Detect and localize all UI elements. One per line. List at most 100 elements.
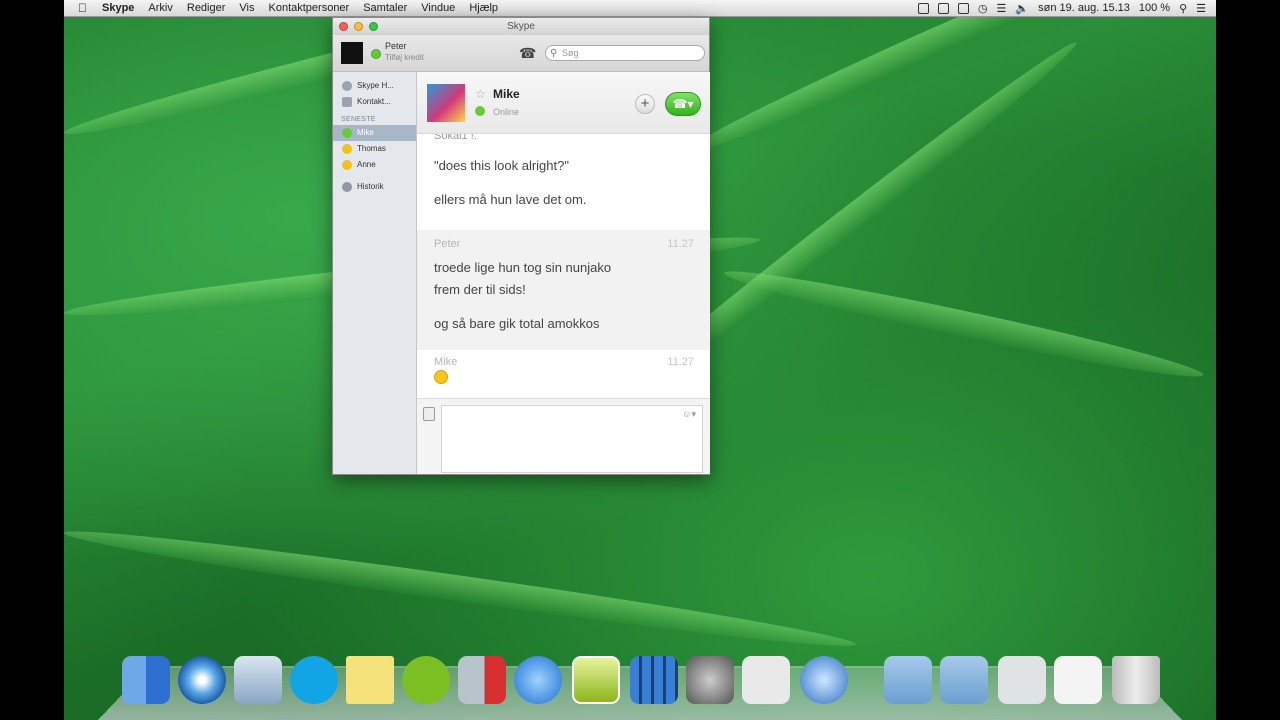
sidebar-item-label: Anne bbox=[357, 160, 376, 169]
add-people-button[interactable]: + bbox=[635, 94, 655, 114]
app-store-icon[interactable] bbox=[514, 656, 562, 704]
message-input[interactable]: ☺▾ bbox=[441, 405, 703, 473]
search-input[interactable]: ⚲ Søg bbox=[545, 45, 705, 61]
time-machine-icon[interactable]: ◷ bbox=[978, 2, 988, 15]
my-status-icon[interactable] bbox=[371, 49, 381, 59]
spotify-icon[interactable] bbox=[402, 656, 450, 704]
stack-icon[interactable] bbox=[1054, 656, 1102, 704]
menu-item-hjaelp[interactable]: Hjælp bbox=[469, 2, 498, 14]
call-button[interactable]: ☎▾ bbox=[665, 92, 701, 116]
sidebar-item-skype-home[interactable]: Skype H... bbox=[333, 78, 416, 94]
sidebar-item-history[interactable]: Historik bbox=[333, 179, 416, 195]
contacts-icon bbox=[342, 97, 352, 107]
phone-icon: ☎▾ bbox=[672, 97, 694, 111]
conversation-pane: ☆ Mike Online + ☎▾ Sokai1 !. "does this … bbox=[417, 72, 710, 474]
sidebar-item-mike[interactable]: Mike bbox=[333, 125, 416, 141]
emoticon-picker-icon[interactable]: ☺▾ bbox=[682, 409, 696, 420]
message-text: troede lige hun tog sin nunjako bbox=[434, 260, 612, 275]
stickies-icon[interactable] bbox=[346, 656, 394, 704]
sidebar-item-label: Thomas bbox=[357, 144, 386, 153]
profile-bar: Peter Tilføj kredit ☎ ⚲ Søg bbox=[333, 35, 709, 72]
wallpaper-grass bbox=[64, 520, 859, 658]
sidebar-item-thomas[interactable]: Thomas bbox=[333, 141, 416, 157]
menu-item-vis[interactable]: Vis bbox=[239, 2, 254, 14]
home-icon bbox=[342, 81, 352, 91]
mission-control-icon[interactable] bbox=[572, 656, 620, 704]
safari-icon[interactable] bbox=[178, 656, 226, 704]
textedit-icon[interactable] bbox=[742, 656, 790, 704]
contact-name[interactable]: Mike bbox=[493, 87, 520, 101]
message-list[interactable]: Sokai1 !. "does this look alright?" elle… bbox=[417, 134, 710, 396]
wallpaper-grass bbox=[721, 260, 1206, 388]
evernote-icon[interactable] bbox=[937, 2, 949, 14]
notification-list-icon[interactable]: ☰ bbox=[1196, 2, 1206, 15]
sidebar-item-contacts[interactable]: Kontakt... bbox=[333, 94, 416, 110]
finder-icon[interactable] bbox=[122, 656, 170, 704]
message-time: 11.27 bbox=[667, 238, 694, 250]
sidebar-item-anne[interactable]: Anne bbox=[333, 157, 416, 173]
window-title: Skype bbox=[507, 21, 535, 32]
message-group: Peter 11.27 troede lige hun tog sin nunj… bbox=[417, 230, 710, 350]
message-text: frem der til sids! bbox=[434, 282, 526, 297]
status-menus: ◷ ☰ 🔈 søn 19. aug. 15.13 100 % ⚲ ☰ bbox=[917, 2, 1216, 15]
menu-item-rediger[interactable]: Rediger bbox=[187, 2, 226, 14]
minimize-button[interactable] bbox=[354, 22, 363, 31]
search-placeholder: Søg bbox=[562, 48, 579, 58]
message-text: og så bare gik total amokkos bbox=[434, 316, 600, 331]
dial-pad-icon[interactable]: ☎ bbox=[519, 45, 536, 62]
spotlight-icon[interactable]: ⚲ bbox=[1179, 2, 1187, 15]
mail-icon[interactable] bbox=[234, 656, 282, 704]
search-icon: ⚲ bbox=[550, 48, 558, 59]
menu-item-samtaler[interactable]: Samtaler bbox=[363, 2, 407, 14]
downloads-stack-icon[interactable] bbox=[998, 656, 1046, 704]
zoom-button[interactable] bbox=[369, 22, 378, 31]
documents-folder-icon[interactable] bbox=[940, 656, 988, 704]
conversation-header: ☆ Mike Online + ☎▾ bbox=[417, 72, 710, 134]
battery-status[interactable]: 100 % bbox=[1139, 2, 1170, 14]
contact-status: Online bbox=[493, 107, 520, 117]
menu-item-kontaktpersoner[interactable]: Kontaktpersoner bbox=[269, 2, 350, 14]
my-avatar[interactable] bbox=[341, 42, 363, 64]
menu-item-vindue[interactable]: Vindue bbox=[421, 2, 455, 14]
wifi-icon[interactable]: ☰ bbox=[997, 2, 1007, 15]
compose-area: ☺▾ bbox=[417, 398, 710, 474]
add-credit-link[interactable]: Tilføj kredit bbox=[385, 53, 424, 62]
message-sender: Peter bbox=[434, 238, 461, 250]
apple-menu-icon[interactable]:  bbox=[78, 1, 92, 15]
skype-window: Skype Peter Tilføj kredit ☎ ⚲ Søg Skype … bbox=[332, 17, 710, 475]
trash-icon[interactable] bbox=[1112, 656, 1160, 704]
message-text: Sokai1 !. bbox=[434, 134, 477, 142]
online-status-icon bbox=[475, 106, 485, 116]
desktop:  Skype Arkiv Rediger Vis Kontaktpersone… bbox=[64, 0, 1216, 720]
shield-icon[interactable] bbox=[957, 2, 969, 14]
menu-item-arkiv[interactable]: Arkiv bbox=[148, 2, 172, 14]
sidebar-item-label: Historik bbox=[357, 182, 384, 191]
menu-app-skype[interactable]: Skype bbox=[102, 2, 134, 14]
my-name[interactable]: Peter bbox=[385, 41, 407, 51]
sidebar: Skype H... Kontakt... SENESTE Mike Thoma… bbox=[333, 72, 417, 474]
menu-bar:  Skype Arkiv Rediger Vis Kontaktpersone… bbox=[64, 0, 1216, 17]
system-preferences-icon[interactable] bbox=[686, 656, 734, 704]
favorite-star-icon[interactable]: ☆ bbox=[475, 87, 486, 101]
window-titlebar[interactable]: Skype bbox=[333, 18, 709, 35]
message-sender: Mike bbox=[434, 356, 458, 368]
away-status-icon bbox=[342, 144, 352, 154]
clock[interactable]: søn 19. aug. 15.13 bbox=[1038, 2, 1130, 14]
dashboard-icon[interactable] bbox=[630, 656, 678, 704]
quicktime-icon[interactable] bbox=[800, 656, 848, 704]
sidebar-item-label: Mike bbox=[357, 128, 374, 137]
applications-folder-icon[interactable] bbox=[884, 656, 932, 704]
section-recent: SENESTE bbox=[341, 116, 376, 123]
status-app-icon[interactable] bbox=[917, 2, 929, 14]
volume-icon[interactable]: 🔈 bbox=[1015, 2, 1029, 15]
message-text: ellers må hun lave det om. bbox=[434, 192, 587, 207]
clock-icon bbox=[342, 182, 352, 192]
contact-avatar[interactable] bbox=[427, 84, 465, 122]
smiley-emoticon-icon bbox=[434, 370, 448, 384]
skype-icon[interactable] bbox=[290, 656, 338, 704]
photo-booth-icon[interactable] bbox=[458, 656, 506, 704]
message-time: 11.27 bbox=[667, 356, 694, 368]
close-button[interactable] bbox=[339, 22, 348, 31]
attach-file-icon[interactable] bbox=[423, 407, 435, 421]
online-status-icon bbox=[342, 128, 352, 138]
